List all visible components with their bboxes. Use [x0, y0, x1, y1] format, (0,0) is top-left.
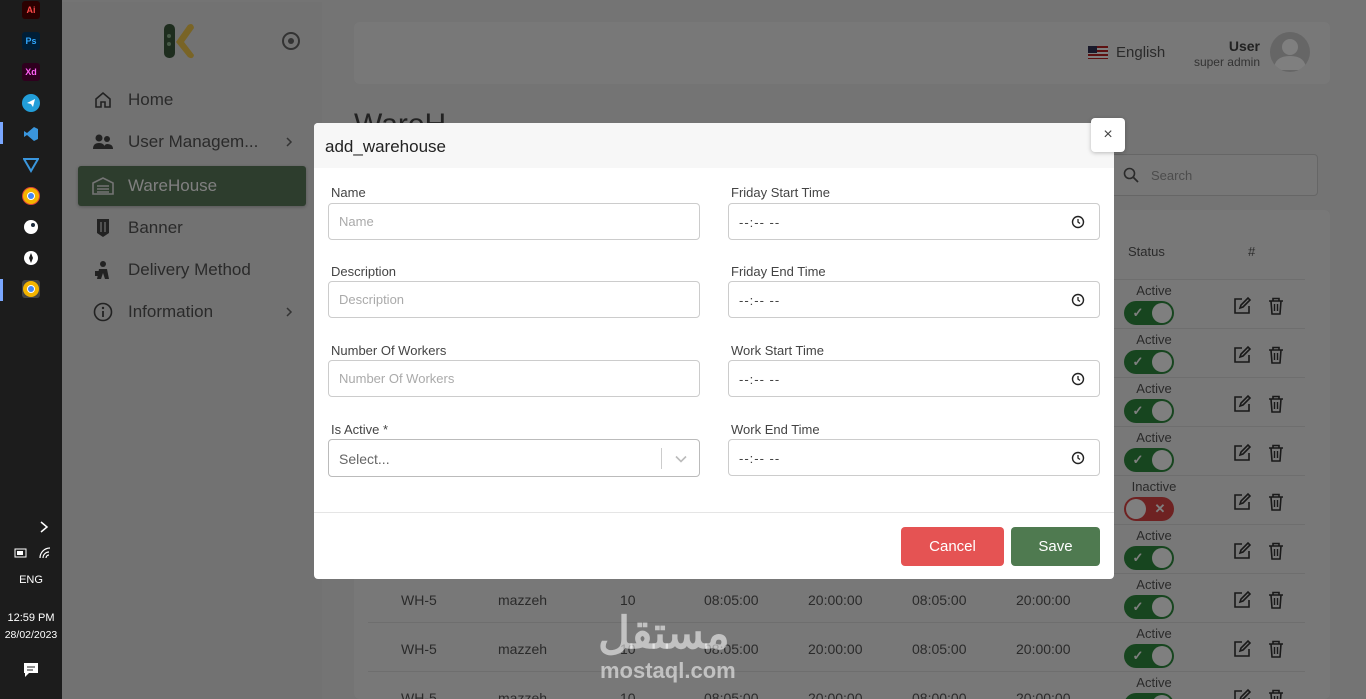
taskbar-active-indicator — [0, 122, 3, 144]
cancel-button[interactable]: Cancel — [901, 527, 1004, 566]
time-value: --:-- -- — [739, 451, 781, 466]
save-button[interactable]: Save — [1011, 527, 1100, 566]
description-input[interactable] — [328, 281, 700, 318]
watermark-arabic: مستقل — [598, 609, 730, 658]
modal-footer-divider — [314, 512, 1114, 513]
time-value: --:-- -- — [739, 215, 781, 230]
work-end-time-input[interactable]: --:-- -- — [728, 439, 1100, 476]
taskbar-date[interactable]: 28/02/2023 — [0, 629, 62, 641]
name-input[interactable] — [328, 203, 700, 240]
telegram-icon[interactable] — [22, 94, 40, 112]
workers-input[interactable] — [328, 360, 700, 397]
add-warehouse-modal: add_warehouse Name Description Number Of… — [314, 123, 1114, 579]
time-value: --:-- -- — [739, 293, 781, 308]
clock-icon[interactable] — [1071, 372, 1085, 386]
xd-icon[interactable]: Xd — [22, 63, 40, 81]
chevron-down-icon[interactable] — [674, 452, 688, 466]
friday-start-label: Friday Start Time — [731, 185, 830, 200]
tray-expand-icon[interactable] — [38, 520, 50, 534]
clock-icon[interactable] — [1071, 451, 1085, 465]
wifi-icon[interactable] — [38, 546, 52, 559]
friday-end-label: Friday End Time — [731, 264, 826, 279]
time-value: --:-- -- — [739, 372, 781, 387]
vpn-icon[interactable] — [22, 156, 40, 174]
close-icon: × — [1103, 126, 1113, 143]
description-label: Description — [331, 264, 397, 279]
is-active-select-value: Select... — [339, 451, 390, 467]
windows-taskbar: Ai Ps Xd ENG 12:59 PM 28/02/2023 — [0, 0, 62, 699]
taskbar-language[interactable]: ENG — [0, 574, 62, 586]
taskbar-active-indicator-2 — [0, 279, 3, 301]
work-end-label: Work End Time — [731, 422, 820, 437]
notifications-icon[interactable] — [23, 662, 39, 678]
illustrator-icon[interactable]: Ai — [22, 1, 40, 19]
friday-end-time-input[interactable]: --:-- -- — [728, 281, 1100, 318]
vscode-icon[interactable] — [22, 125, 40, 143]
modal-header: add_warehouse — [314, 123, 1114, 168]
taskbar-time[interactable]: 12:59 PM — [0, 612, 62, 624]
is-active-select[interactable]: Select... — [328, 439, 700, 477]
name-label: Name — [331, 185, 366, 200]
modal-title: add_warehouse — [325, 137, 446, 156]
clock-icon[interactable] — [1071, 215, 1085, 229]
select-separator — [661, 448, 662, 469]
is-active-label: Is Active * — [331, 422, 389, 437]
friday-start-time-input[interactable]: --:-- -- — [728, 203, 1100, 240]
close-modal-button[interactable]: × — [1091, 118, 1125, 152]
work-start-time-input[interactable]: --:-- -- — [728, 360, 1100, 397]
work-start-label: Work Start Time — [731, 343, 824, 358]
chrome-icon-2[interactable] — [22, 280, 40, 298]
photoshop-icon[interactable]: Ps — [22, 32, 40, 50]
battery-icon[interactable] — [14, 546, 28, 558]
app-icon[interactable] — [22, 249, 40, 267]
workers-label: Number Of Workers — [331, 343, 447, 358]
watermark-latin: mostaql.com — [600, 658, 736, 683]
chrome-icon[interactable] — [22, 187, 40, 205]
clock-icon[interactable] — [1071, 293, 1085, 307]
steam-icon[interactable] — [22, 218, 40, 236]
